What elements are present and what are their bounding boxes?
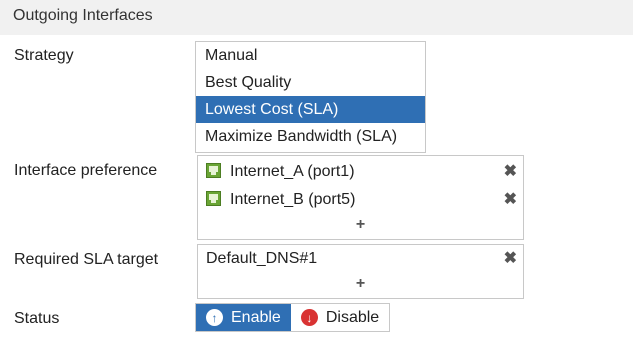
enable-button-label: Enable bbox=[231, 308, 281, 326]
strategy-option-best-quality[interactable]: Best Quality bbox=[196, 69, 425, 96]
add-interface-button[interactable]: + bbox=[198, 214, 523, 238]
arrow-down-circle-icon: ↓ bbox=[300, 309, 318, 326]
enable-button[interactable]: ↑ Enable bbox=[196, 304, 291, 331]
remove-icon[interactable]: ✖ bbox=[504, 186, 517, 214]
remove-icon[interactable]: ✖ bbox=[504, 158, 517, 186]
port-icon bbox=[206, 191, 221, 206]
strategy-option-lowest-cost[interactable]: Lowest Cost (SLA) bbox=[196, 96, 425, 123]
add-sla-target-button[interactable]: + bbox=[198, 273, 523, 297]
interface-entry-label: Internet_B (port5) bbox=[230, 191, 356, 208]
status-toggle: ↑ Enable ↓ Disable bbox=[195, 303, 391, 332]
disable-button-label: Disable bbox=[325, 308, 380, 326]
strategy-option-manual[interactable]: Manual bbox=[196, 42, 425, 69]
sla-target-entry-label: Default_DNS#1 bbox=[206, 250, 318, 267]
port-icon bbox=[206, 163, 221, 178]
strategy-label: Strategy bbox=[14, 47, 74, 64]
remove-icon[interactable]: ✖ bbox=[504, 245, 517, 273]
status-label: Status bbox=[14, 310, 60, 327]
sla-target-list: Default_DNS#1 ✖ + bbox=[197, 244, 524, 299]
strategy-option-maximize-bandwidth[interactable]: Maximize Bandwidth (SLA) bbox=[196, 123, 425, 150]
interface-entry-label: Internet_A (port1) bbox=[230, 163, 355, 180]
sla-target-entry: Default_DNS#1 ✖ bbox=[198, 245, 523, 273]
disable-button[interactable]: ↓ Disable bbox=[290, 304, 390, 331]
arrow-up-circle-icon: ↑ bbox=[206, 309, 223, 326]
interface-preference-list: Internet_A (port1) ✖ Internet_B (port5) … bbox=[197, 155, 524, 240]
interface-preference-label: Interface preference bbox=[14, 162, 158, 179]
sla-target-label: Required SLA target bbox=[14, 251, 159, 268]
interface-entry: Internet_A (port1) ✖ bbox=[198, 158, 523, 186]
section-header-outgoing-interfaces: Outgoing Interfaces bbox=[0, 0, 633, 35]
interface-entry: Internet_B (port5) ✖ bbox=[198, 186, 523, 214]
strategy-list[interactable]: Manual Best Quality Lowest Cost (SLA) Ma… bbox=[195, 41, 426, 153]
